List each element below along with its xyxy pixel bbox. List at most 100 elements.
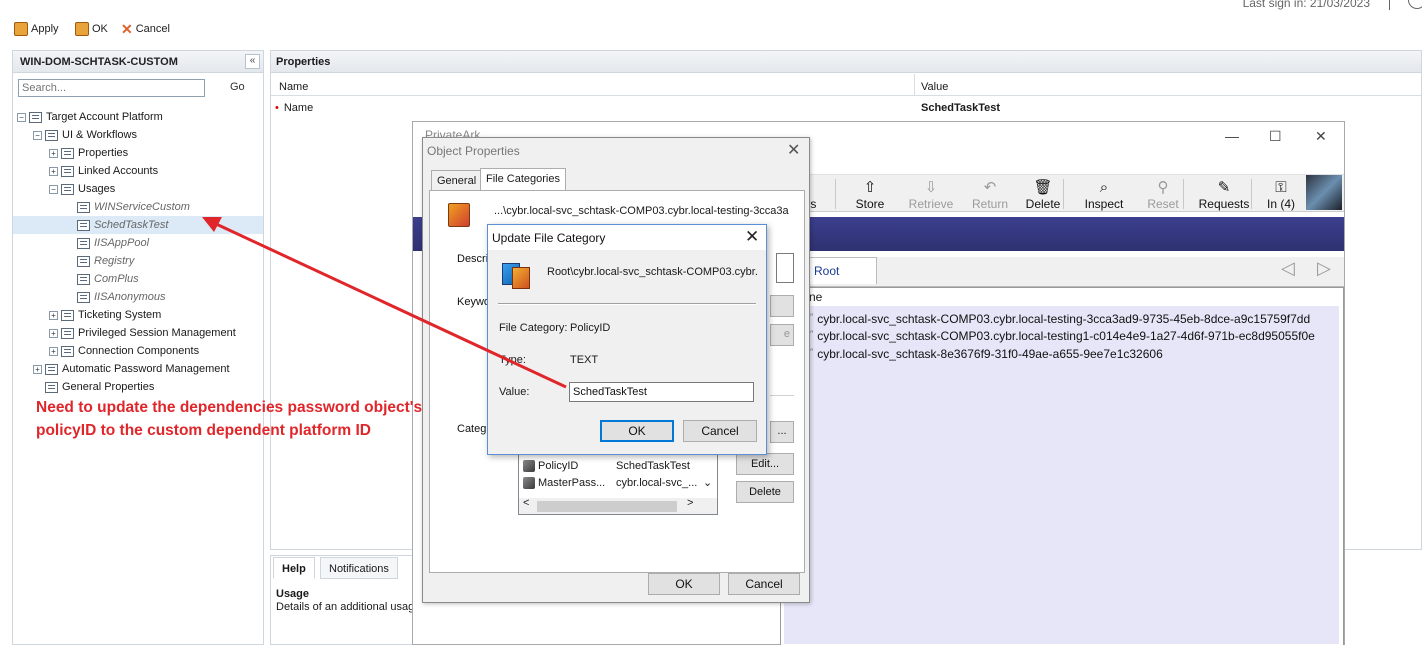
tree-node[interactable]: ComPlus (65, 270, 139, 288)
last-signin-text: Last sign in: 21/03/2023 (1242, 0, 1370, 10)
name-column-header[interactable]: ne (809, 290, 822, 304)
name-column-header[interactable]: Name (279, 81, 308, 93)
cancel-x-icon: ✕ (121, 20, 133, 37)
category-row[interactable]: MasterPass... cybr.local-svc_... (523, 477, 697, 489)
tree-node-label: Registry (94, 255, 135, 267)
help-icon[interactable] (1408, 0, 1422, 9)
collapse-icon[interactable]: − (49, 184, 58, 194)
cancel-button[interactable]: Cancel (683, 420, 757, 442)
tree-node-label: General Properties (62, 381, 155, 393)
apply-button[interactable]: Apply (14, 20, 59, 38)
add-category-button[interactable]: ... (770, 421, 794, 443)
nav-forward-icon[interactable]: ▷ (1317, 258, 1331, 279)
ok-button[interactable]: OK (75, 20, 108, 38)
close-icon[interactable]: ✕ (787, 140, 800, 160)
expand-icon[interactable]: + (49, 310, 58, 320)
tab-file-categories[interactable]: File Categories (480, 168, 566, 191)
edit-category-button[interactable]: Edit... (736, 453, 794, 475)
tree-node[interactable]: − Usages (49, 180, 115, 198)
value-column-header[interactable]: Value (921, 81, 948, 93)
tab-help[interactable]: Help (273, 557, 315, 579)
tree-node[interactable]: SchedTaskTest (13, 216, 263, 234)
category-name: MasterPass... (538, 477, 606, 489)
close-icon[interactable]: ✕ (745, 227, 759, 247)
property-value[interactable]: SchedTaskTest (921, 102, 1000, 114)
tree-node[interactable]: − UI & Workflows (33, 126, 137, 144)
tool-inspect-button[interactable]: ⌕ Inspect (1075, 175, 1133, 213)
file-row[interactable]: ″ cybr.local-svc_schtask-8e3676f9-31f0-49… (810, 347, 1163, 361)
tool-icon: ✎ (1217, 179, 1231, 196)
expand-icon[interactable]: + (33, 364, 42, 374)
cancel-button[interactable]: Cancel (728, 573, 800, 595)
file-row[interactable]: ″ cybr.local-svc_schtask-COMP03.cybr.loca… (810, 329, 1315, 343)
file-row[interactable]: ″ cybr.local-svc_schtask-COMP03.cybr.loca… (810, 312, 1310, 326)
tree-search-input[interactable] (18, 79, 205, 97)
scroll-left-icon[interactable]: < (523, 497, 529, 509)
file-icon: ″ (810, 329, 814, 339)
nav-back-icon[interactable]: ◁ (1281, 258, 1295, 279)
tree-node[interactable]: + Privileged Session Management (49, 324, 236, 342)
collapse-icon[interactable]: − (17, 112, 26, 122)
tree-node[interactable]: + Automatic Password Management (33, 360, 230, 378)
expand-icon[interactable]: + (49, 346, 58, 356)
keyword-remove-button[interactable]: e (770, 324, 794, 346)
tree-node[interactable]: IISAppPool (65, 234, 149, 252)
tab-root[interactable]: Root (803, 257, 877, 284)
expand-icon[interactable]: + (49, 166, 58, 176)
collapse-panel-button[interactable]: « (245, 54, 260, 69)
properties-title: Properties (271, 51, 1421, 73)
tool-store-button[interactable]: ⇧ Store (845, 175, 895, 213)
ok-button[interactable]: OK (600, 420, 674, 442)
tab-general[interactable]: General (431, 170, 483, 191)
category-icon (523, 477, 535, 489)
property-row-name[interactable]: • Name (275, 102, 313, 114)
maximize-button[interactable]: ☐ (1269, 128, 1282, 145)
tab-notifications[interactable]: Notifications (320, 557, 398, 579)
tool-icon: 🗑 (1033, 179, 1053, 196)
category-row[interactable]: PolicyID SchedTaskTest (523, 460, 690, 472)
file-path: Root\cybr.local-svc_schtask-COMP03.cybr. (547, 266, 758, 278)
cancel-button[interactable]: ✕ Cancel (121, 20, 170, 38)
go-button[interactable]: Go (230, 81, 245, 93)
tool-retrieve-button[interactable]: ⇩ Retrieve (901, 175, 961, 213)
tree-node[interactable]: General Properties (33, 378, 154, 396)
tree-node[interactable]: − Target Account Platform (17, 108, 163, 126)
tree-node[interactable]: WINServiceCustom (65, 198, 190, 216)
keyword-add-button[interactable] (770, 295, 794, 317)
tree-node[interactable]: + Linked Accounts (49, 162, 158, 180)
scroll-down-icon[interactable]: ⌄ (703, 476, 712, 489)
tree-node-label: Privileged Session Management (78, 327, 236, 339)
scrollbar-thumb[interactable] (537, 501, 677, 512)
tree-node-icon (45, 363, 58, 375)
scroll-right-icon[interactable]: > (687, 497, 693, 509)
tree-node-label: SchedTaskTest (94, 219, 169, 231)
tool-delete-button[interactable]: 🗑 Delete (1019, 175, 1067, 213)
column-divider[interactable] (914, 74, 915, 96)
privateark-toolbar: ers⇧Store⇩Retrieve↶Return🗑Delete⌕Inspect… (793, 174, 1344, 212)
description-field[interactable] (776, 253, 794, 283)
window-close-button[interactable]: ✕ (1315, 128, 1327, 145)
apply-label: Apply (31, 23, 59, 35)
tool-reset-button[interactable]: ⚲ Reset (1141, 175, 1185, 213)
minimize-button[interactable]: — (1225, 128, 1239, 144)
delete-category-button[interactable]: Delete (736, 481, 794, 503)
collapse-icon[interactable]: − (33, 130, 42, 140)
value-input[interactable] (569, 382, 754, 402)
tree-node[interactable]: IISAnonymous (65, 288, 166, 306)
type-label: Type: (499, 354, 526, 366)
expand-icon[interactable]: + (49, 328, 58, 338)
tree-node[interactable]: + Ticketing System (49, 306, 161, 324)
tool-requests-button[interactable]: ✎ Requests (1193, 175, 1255, 213)
tree-node[interactable]: + Properties (49, 144, 128, 162)
tool-return-button[interactable]: ↶ Return (965, 175, 1015, 213)
update-file-category-dialog: Update File Category ✕ Root\cybr.local-s… (487, 224, 767, 455)
tree-node[interactable]: + Connection Components (49, 342, 199, 360)
tree-node[interactable]: Registry (65, 252, 134, 270)
ok-button[interactable]: OK (648, 573, 720, 595)
tree-node-label: UI & Workflows (62, 129, 137, 141)
tool-in-4-button[interactable]: ⚿ In (4) (1261, 175, 1301, 213)
value-label: Value: (499, 386, 530, 398)
tree-node-label: IISAppPool (94, 237, 150, 249)
expand-icon[interactable]: + (49, 148, 58, 158)
ok-label: OK (92, 23, 108, 35)
